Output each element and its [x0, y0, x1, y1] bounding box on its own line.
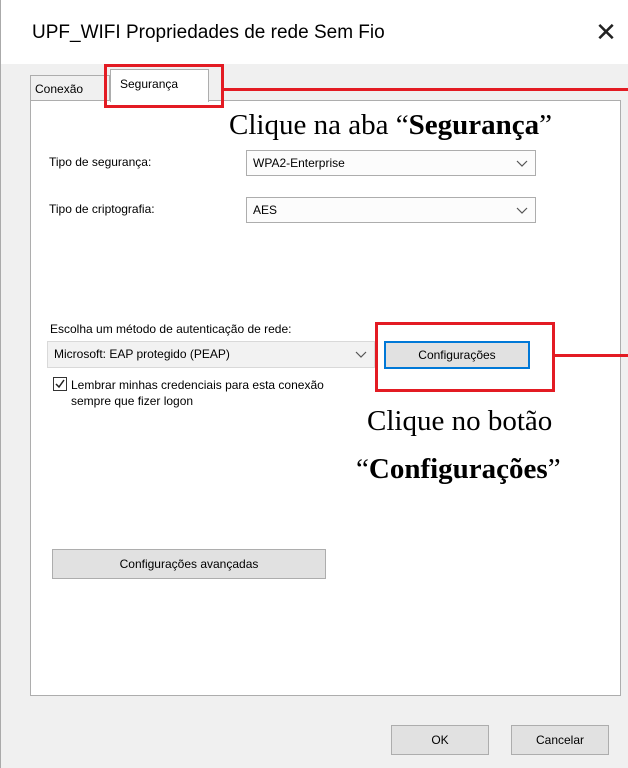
- encryption-type-value: AES: [253, 203, 278, 217]
- security-type-value: WPA2-Enterprise: [253, 156, 345, 170]
- settings-button[interactable]: Configurações: [384, 341, 530, 369]
- window-title: UPF_WIFI Propriedades de rede Sem Fio: [32, 22, 385, 43]
- remember-credentials-label-line2: sempre que fizer logon: [71, 394, 194, 408]
- encryption-type-label: Tipo de criptografia:: [49, 202, 155, 216]
- settings-button-label: Configurações: [418, 348, 496, 362]
- cancel-button-label: Cancelar: [535, 733, 585, 747]
- advanced-settings-button[interactable]: Configurações avançadas: [52, 549, 326, 579]
- tab-conexao-label: Conexão: [35, 82, 84, 96]
- settings-hint-prefix: “: [356, 453, 369, 485]
- settings-pointer-line: [555, 354, 628, 357]
- auth-method-value: Microsoft: EAP protegido (PEAP): [54, 347, 230, 361]
- tab-hint-annotation: Clique na aba “Segurança”: [229, 108, 552, 142]
- settings-hint-line1: Clique no botão: [367, 404, 553, 438]
- tab-hint-suffix: ”: [539, 109, 552, 141]
- encryption-type-dropdown[interactable]: AES: [246, 197, 536, 223]
- security-type-dropdown[interactable]: WPA2-Enterprise: [246, 150, 536, 176]
- tab-pointer-line: [224, 88, 628, 91]
- security-type-label: Tipo de segurança:: [49, 155, 152, 169]
- auth-method-label: Escolha um método de autenticação de red…: [50, 322, 292, 336]
- settings-hint-line2: “Configurações”: [356, 452, 561, 486]
- tab-hint-bold: Segurança: [408, 109, 540, 141]
- chevron-down-icon: [355, 351, 367, 358]
- tab-conexao[interactable]: Conexão: [30, 75, 110, 100]
- chevron-down-icon: [516, 207, 528, 214]
- advanced-settings-button-label: Configurações avançadas: [119, 557, 259, 571]
- remember-credentials-label-line1: Lembrar minhas credenciais para esta con…: [71, 378, 324, 392]
- tab-hint-prefix: Clique na aba “: [229, 109, 409, 141]
- tab-seguranca-label: Segurança: [120, 77, 179, 91]
- settings-hint-bold: Configurações: [368, 453, 548, 485]
- checkmark-icon: [55, 379, 65, 389]
- remember-credentials-checkbox[interactable]: [53, 377, 67, 391]
- ok-button[interactable]: OK: [391, 725, 489, 755]
- tab-seguranca[interactable]: Segurança: [110, 69, 209, 102]
- auth-method-dropdown[interactable]: Microsoft: EAP protegido (PEAP): [47, 341, 375, 368]
- close-icon[interactable]: ✕: [586, 12, 626, 52]
- title-bar: UPF_WIFI Propriedades de rede Sem Fio ✕: [1, 0, 628, 64]
- chevron-down-icon: [516, 160, 528, 167]
- ok-button-label: OK: [431, 733, 449, 747]
- cancel-button[interactable]: Cancelar: [511, 725, 609, 755]
- settings-hint-suffix: ”: [547, 453, 561, 485]
